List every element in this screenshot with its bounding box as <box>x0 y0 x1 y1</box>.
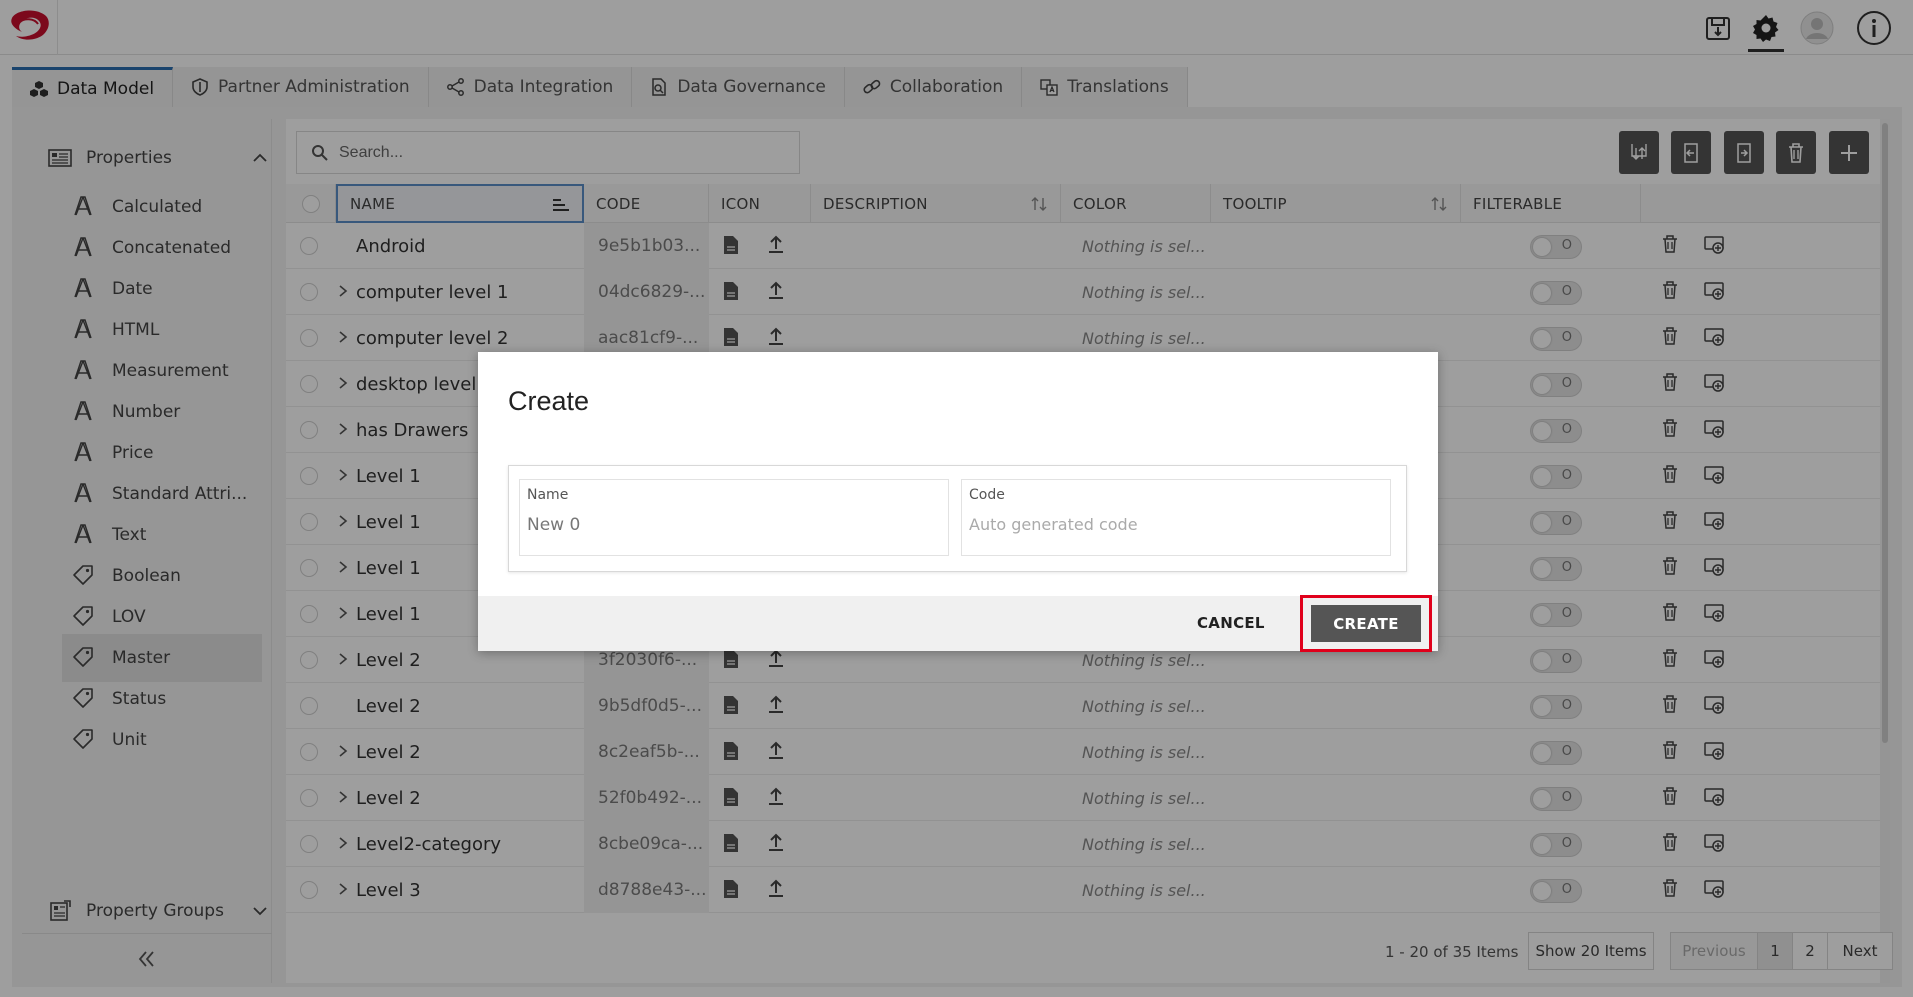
code-label: Code <box>969 487 1005 503</box>
cancel-button[interactable]: CANCEL <box>1197 614 1265 632</box>
name-label: Name <box>527 487 569 503</box>
create-button-highlight <box>1300 595 1432 652</box>
dialog-title: Create <box>508 386 590 416</box>
code-input[interactable] <box>969 515 1379 535</box>
name-input[interactable] <box>527 515 937 535</box>
create-form: Name Code <box>508 465 1407 572</box>
code-field[interactable]: Code <box>961 479 1391 556</box>
create-dialog: Create Name Code CANCEL CREATE <box>478 352 1438 652</box>
dialog-footer: CANCEL CREATE <box>478 595 1438 652</box>
name-field[interactable]: Name <box>519 479 949 556</box>
